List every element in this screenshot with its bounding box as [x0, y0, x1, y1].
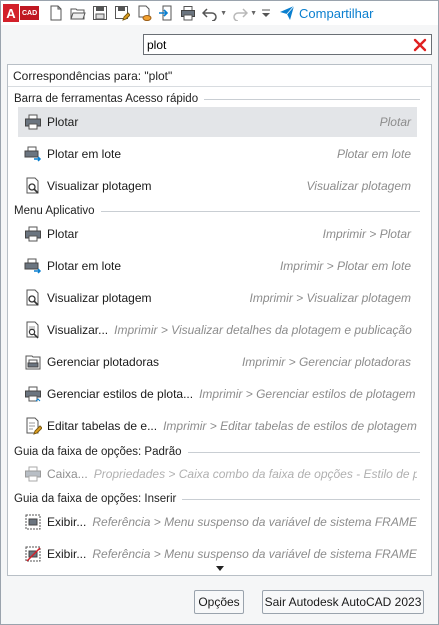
result-plot-preview-qat[interactable]: Visualizar plotagem Visualizar plotagem	[18, 171, 417, 201]
plot-preview-icon	[26, 177, 39, 194]
result-plot-details-menu[interactable]: Visualizar... Imprimir > Visualizar deta…	[18, 315, 417, 345]
autocad-logo-text: CAD	[20, 6, 40, 20]
autocad-logo: A	[3, 4, 19, 22]
application-menu-window: A CAD ▼ ▼ Compartilhar plot Correspondên…	[0, 0, 439, 625]
edit-plot-style-icon	[26, 417, 42, 435]
group-title: Menu Aplicativo	[14, 205, 95, 217]
save-icon[interactable]	[91, 4, 109, 22]
group-ribbon-insert: Guia da faixa de opções: Inserir	[14, 493, 420, 505]
result-plot-preview-menu[interactable]: Visualizar plotagem Imprimir > Visualiza…	[18, 283, 417, 313]
result-batch-plot-qat[interactable]: Plotar em lote Plotar em lote	[18, 139, 417, 169]
redo-icon[interactable]	[231, 4, 249, 22]
search-results-panel: Correspondências para: "plot" Barra de f…	[7, 64, 432, 576]
redo-dropdown-icon[interactable]: ▼	[250, 10, 257, 17]
group-quick-access-toolbar: Barra de ferramentas Acesso rápido	[14, 93, 420, 105]
batch-plot-icon	[24, 146, 42, 162]
results-header: Correspondências para: "plot"	[8, 65, 431, 87]
cloud-save-icon[interactable]	[135, 4, 153, 22]
group-ribbon-default: Guia da faixa de opções: Padrão	[14, 446, 420, 458]
new-icon[interactable]	[47, 4, 65, 22]
plotter-manager-icon	[25, 355, 41, 370]
group-title: Guia da faixa de opções: Inserir	[14, 493, 177, 505]
open-icon[interactable]	[69, 4, 87, 22]
printer-icon	[25, 114, 41, 130]
result-combo-box-ribbon[interactable]: Caixa... Propriedades > Caixa combo da f…	[18, 459, 417, 489]
plot-style-manager-icon	[25, 386, 41, 402]
plot-details-icon	[26, 321, 39, 339]
share-label: Compartilhar	[299, 5, 374, 21]
result-edit-plot-style-menu[interactable]: Editar tabelas de e... Imprimir > Editar…	[18, 411, 417, 441]
quick-access-toolbar: A CAD ▼ ▼ Compartilhar	[1, 1, 438, 25]
application-button[interactable]: A CAD	[3, 3, 40, 23]
result-plot-menu[interactable]: Plotar Imprimir > Plotar	[18, 219, 417, 249]
combo-box-icon	[25, 466, 41, 482]
frame-hide-icon	[25, 546, 41, 562]
group-title: Barra de ferramentas Acesso rápido	[14, 93, 199, 105]
result-frame-display-1[interactable]: Exibir... Referência > Menu suspenso da …	[18, 507, 417, 537]
result-plotter-manager-menu[interactable]: Gerenciar plotadoras Imprimir > Gerencia…	[18, 347, 417, 377]
search-input[interactable]	[147, 37, 412, 52]
group-title: Guia da faixa de opções: Padrão	[14, 446, 182, 458]
undo-icon[interactable]	[201, 4, 219, 22]
clear-search-icon[interactable]	[412, 37, 428, 53]
undo-dropdown-icon[interactable]: ▼	[220, 10, 227, 17]
share-button[interactable]: Compartilhar	[279, 5, 373, 21]
result-batch-plot-menu[interactable]: Plotar em lote Imprimir > Plotar em lote	[18, 251, 417, 281]
options-button[interactable]: Opções	[194, 590, 244, 614]
result-plot-style-manager-menu[interactable]: Gerenciar estilos de plota... Imprimir >…	[18, 379, 417, 409]
scroll-down-icon[interactable]	[214, 565, 226, 573]
batch-plot-icon	[24, 258, 42, 274]
search-box[interactable]	[143, 34, 432, 55]
result-plot-qat[interactable]: Plotar Plotar	[18, 107, 417, 137]
customize-icon[interactable]	[261, 4, 271, 22]
group-application-menu: Menu Aplicativo	[14, 205, 420, 217]
save-as-icon[interactable]	[113, 4, 131, 22]
frame-display-icon	[25, 514, 41, 530]
plot-icon[interactable]	[179, 4, 197, 22]
plot-preview-icon	[26, 289, 39, 306]
import-icon[interactable]	[157, 4, 175, 22]
printer-icon	[25, 226, 41, 242]
exit-autocad-button[interactable]: Sair Autodesk AutoCAD 2023	[262, 590, 424, 614]
paper-plane-icon	[280, 5, 295, 20]
